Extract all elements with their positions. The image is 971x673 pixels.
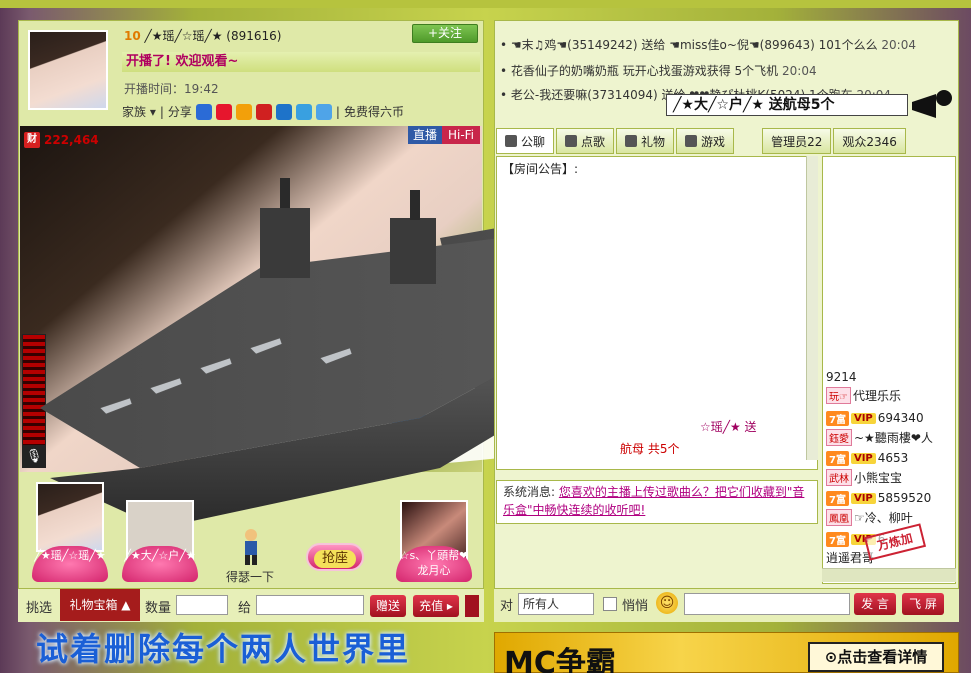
room-announcement-label: 【房间公告】: xyxy=(502,162,579,176)
whisper-checkbox[interactable] xyxy=(603,597,617,611)
mic-icon xyxy=(565,135,578,147)
host-name[interactable]: ╱★瑶╱☆瑶╱★ xyxy=(145,29,223,43)
megaphone-icon xyxy=(912,90,952,118)
recipient-select[interactable]: 所有人 xyxy=(518,593,594,615)
seat-avatar-1[interactable] xyxy=(36,482,104,552)
seat-label-3[interactable]: ☆s、丫頭帮❤龙月心 xyxy=(396,546,472,582)
gift-box-dropdown[interactable]: 礼物宝箱 ▲ xyxy=(60,589,140,621)
recharge-button[interactable]: 充值 ▸ xyxy=(413,595,459,617)
give-label: 给 xyxy=(238,601,252,616)
send-gift-button[interactable]: 赠送 xyxy=(370,595,406,617)
chat-message: ☆瑶╱★ 送 xyxy=(700,420,757,434)
host-title: 10 ╱★瑶╱☆瑶╱★ (891616) xyxy=(124,29,282,43)
chat-messages[interactable] xyxy=(496,156,818,470)
seat-label-1[interactable]: ╱★瑶╱☆瑶╱★ xyxy=(32,546,108,582)
host-avatar[interactable] xyxy=(28,30,108,110)
start-time: 开播时间：19:42 xyxy=(124,82,219,96)
list-item[interactable]: 武林 小熊宝宝 xyxy=(826,468,952,486)
tab-audience[interactable]: 观众2346 xyxy=(833,128,906,154)
tab-gifts[interactable]: 礼物 xyxy=(616,128,675,154)
host-level: 10 xyxy=(124,29,141,43)
tab-public-chat[interactable]: 公聊 xyxy=(496,128,555,154)
pick-label: 挑选 xyxy=(26,601,53,616)
chat-icon xyxy=(505,135,517,147)
announcement-1: • ☚末♫鸡☚(35149242) 送给 ☚miss佳o~倪☚(899643) … xyxy=(500,38,916,52)
seat-label-2[interactable]: ╱★大╱☆户╱★ xyxy=(122,546,198,582)
host-id: 891616 xyxy=(230,29,277,43)
tab-song-request[interactable]: 点歌 xyxy=(556,128,615,154)
system-message: 系统消息: 您喜欢的主播上传过歌曲么？把它们收藏到"音乐盒"中畅快连续的收听吧! xyxy=(496,480,818,524)
fly-screen-button[interactable]: 飞 屏 xyxy=(902,593,944,615)
top-bar xyxy=(0,0,971,8)
promo-details-button[interactable]: ⊙点击查看详情 xyxy=(808,642,944,672)
recipient-input[interactable] xyxy=(256,595,364,615)
extra-button[interactable] xyxy=(465,595,479,617)
emoji-icon[interactable]: ☺ xyxy=(656,592,678,614)
user-count-partial: 9214 xyxy=(826,370,857,384)
list-item[interactable]: 玩☞ 代理乐乐 xyxy=(826,386,952,404)
chat-tabs: 公聊 点歌 礼物 游戏 管理员22 观众2346 xyxy=(496,128,958,154)
chat-message: 航母 共5个 xyxy=(620,442,680,456)
seat-caption: 得瑟一下 xyxy=(226,570,275,584)
chat-scrollbar[interactable] xyxy=(806,156,818,460)
tab-admins[interactable]: 管理员22 xyxy=(762,128,832,154)
to-label: 对 xyxy=(500,599,514,614)
tab-games[interactable]: 游戏 xyxy=(676,128,735,154)
quantity-label: 数量 xyxy=(145,601,172,616)
message-input[interactable] xyxy=(684,593,850,615)
list-item[interactable]: 鳳凰 ☞冷、柳叶 xyxy=(826,508,952,526)
list-item[interactable]: 7富 VIP 4653 xyxy=(826,449,952,467)
person-icon xyxy=(245,529,257,565)
scrolling-banner-text: 试着删除每个两人世界里 xyxy=(36,630,411,668)
quantity-input[interactable] xyxy=(176,595,228,615)
announcement-2: • 花香仙子的奶嘴奶瓶 玩开心找蛋游戏获得 5个飞机 20:04 xyxy=(500,64,817,78)
send-message-button[interactable]: 发 言 xyxy=(854,593,896,615)
list-item[interactable]: 7富 VIP 5859520 xyxy=(826,489,952,507)
list-item[interactable]: 鈺愛 ~★聽雨樓❤人 xyxy=(826,428,952,446)
follow-button[interactable]: +关注 xyxy=(412,24,478,43)
promo-title: MC争霸 xyxy=(504,646,616,673)
whisper-label: 悄悄 xyxy=(622,599,649,614)
welcome-message: 开播了! 欢迎观看~ xyxy=(122,52,480,72)
list-item[interactable]: 7富 VIP 694340 xyxy=(826,409,952,427)
gift-shout-banner: ╱★大╱☆户╱★ 送航母5个 xyxy=(666,94,908,116)
game-icon xyxy=(685,135,698,147)
user-list-scrollbar[interactable] xyxy=(822,568,956,582)
grab-seat-button[interactable]: 抢座 xyxy=(306,543,364,571)
gift-icon xyxy=(625,135,638,147)
